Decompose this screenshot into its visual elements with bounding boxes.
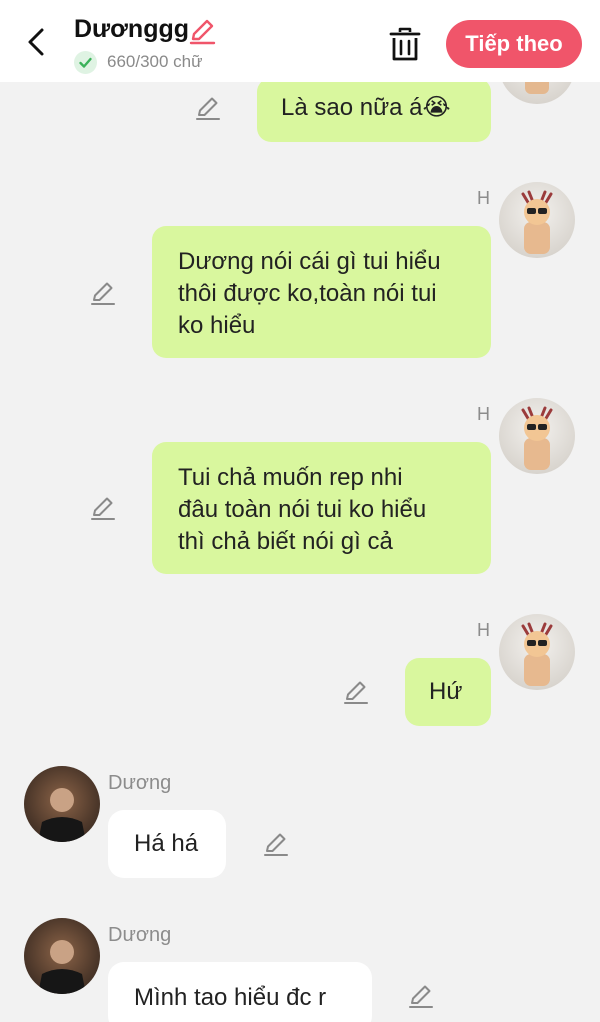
message-text: Tui chả muốn rep nhi — [178, 464, 403, 491]
edit-message-button[interactable] — [262, 830, 290, 858]
edit-message-button[interactable] — [342, 678, 370, 706]
avatar — [499, 82, 575, 104]
avatar — [499, 182, 575, 258]
pencil-icon — [189, 19, 216, 45]
message-text: thì chả biết nói gì cả — [178, 528, 393, 555]
avatar — [499, 398, 575, 474]
character-count: 660/300 chữ — [107, 52, 203, 71]
next-button[interactable]: Tiếp theo — [446, 20, 582, 68]
avatar — [24, 766, 100, 842]
pencil-icon — [91, 497, 115, 520]
delete-button[interactable] — [388, 26, 422, 62]
message-text: Dương nói cái gì tui hiểu — [178, 248, 441, 275]
trash-icon — [389, 27, 421, 61]
message-text: thôi được ko,toàn nói tui — [178, 280, 437, 307]
sender-name: Dương — [108, 772, 172, 794]
message-text: ko hiểu — [178, 312, 256, 339]
sender-name: H — [477, 620, 490, 640]
message-bubble[interactable]: Dương nói cái gì tui hiểu thôi được ko,t… — [152, 226, 491, 358]
sender-name: H — [477, 188, 490, 208]
message-text: đâu toàn nói tui ko hiểu — [178, 496, 427, 523]
edit-message-button[interactable] — [89, 494, 117, 522]
message-list[interactable]: Là sao nữa á😭 H Dương nói cái gì tui hiể… — [0, 82, 600, 1022]
message-bubble[interactable]: Hứ — [405, 658, 491, 726]
avatar — [499, 614, 575, 690]
pencil-icon — [344, 681, 368, 704]
pencil-icon — [91, 282, 115, 305]
edit-message-button[interactable] — [194, 94, 222, 122]
message-text: Há há — [134, 830, 199, 857]
message-text: Hứ — [429, 678, 463, 705]
message-bubble[interactable]: Mình tao hiểu đc r — [108, 962, 372, 1022]
pencil-icon — [409, 985, 433, 1008]
check-icon — [74, 51, 97, 74]
sender-name: H — [477, 404, 490, 424]
message-text: Mình tao hiểu đc r — [134, 984, 327, 1011]
edit-title-button[interactable] — [187, 16, 217, 46]
message-bubble[interactable]: Là sao nữa á😭 — [257, 82, 491, 142]
message-text: Là sao nữa á😭 — [281, 94, 451, 121]
pencil-icon — [264, 833, 288, 856]
chat-header: Dươnggg 660/300 chữ Tiếp theo — [0, 0, 600, 82]
pencil-icon — [196, 97, 220, 120]
message-bubble[interactable]: Há há — [108, 810, 226, 878]
edit-message-button[interactable] — [407, 982, 435, 1010]
page-title: Dươnggg — [74, 15, 190, 43]
chevron-left-icon — [28, 28, 44, 56]
avatar — [24, 918, 100, 994]
sender-name: Dương — [108, 924, 172, 946]
back-button[interactable] — [22, 26, 52, 58]
edit-message-button[interactable] — [89, 279, 117, 307]
message-bubble[interactable]: Tui chả muốn rep nhi đâu toàn nói tui ko… — [152, 442, 491, 574]
